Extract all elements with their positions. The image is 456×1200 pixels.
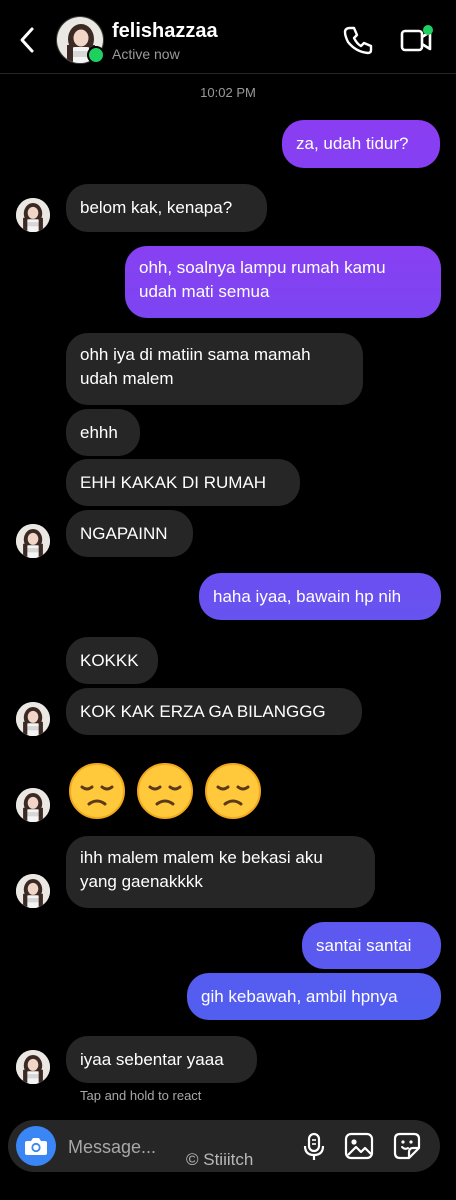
- back-arrow-icon[interactable]: [14, 24, 42, 56]
- message-text: NGAPAINN: [80, 523, 168, 543]
- message-bubble-outgoing[interactable]: ohh, soalnya lampu rumah kamu udah mati …: [125, 246, 441, 318]
- disappointed-face-icon: [68, 762, 126, 820]
- video-call-icon[interactable]: [398, 24, 436, 56]
- gallery-icon[interactable]: [344, 1131, 374, 1161]
- microphone-icon[interactable]: [300, 1132, 328, 1162]
- sender-avatar: [16, 788, 50, 822]
- message-text: ehhh: [80, 422, 118, 442]
- message-bubble-outgoing[interactable]: haha iyaa, bawain hp nih: [199, 573, 441, 620]
- message-bubble-incoming[interactable]: ohh iya di matiin sama mamah udah malem: [66, 333, 363, 405]
- react-hint: Tap and hold to react: [80, 1088, 202, 1103]
- sticker-icon[interactable]: [392, 1131, 422, 1161]
- thread-timestamp: 10:02 PM: [200, 85, 256, 100]
- watermark: © Stiiitch: [186, 1150, 254, 1169]
- sender-avatar: [16, 198, 50, 232]
- message-text: ihh malem malem ke bekasi aku yang gaena…: [80, 848, 323, 891]
- message-bubble-incoming[interactable]: ihh malem malem ke bekasi aku yang gaena…: [66, 836, 375, 908]
- disappointed-face-icon: [136, 762, 194, 820]
- message-text: KOKKK: [80, 650, 139, 670]
- message-bubble-incoming[interactable]: KOK KAK ERZA GA BILANGGG: [66, 688, 362, 735]
- message-text: santai santai: [316, 935, 412, 955]
- sender-avatar: [16, 702, 50, 736]
- message-text: belom kak, kenapa?: [80, 198, 233, 217]
- online-indicator: [87, 46, 105, 64]
- phone-icon[interactable]: [342, 24, 374, 56]
- message-bubble-outgoing[interactable]: santai santai: [302, 922, 441, 969]
- contact-username[interactable]: felishazzaa: [112, 20, 218, 43]
- message-bubble-incoming[interactable]: KOKKK: [66, 637, 158, 684]
- sender-avatar: [16, 874, 50, 908]
- message-bubble-outgoing[interactable]: gih kebawah, ambil hpnya: [187, 973, 441, 1020]
- message-text: haha iyaa, bawain hp nih: [213, 586, 402, 606]
- message-bubble-outgoing[interactable]: za, udah tidur?: [282, 120, 440, 168]
- message-text: ohh, soalnya lampu rumah kamu udah mati …: [139, 258, 386, 301]
- message-text: gih kebawah, ambil hpnya: [201, 986, 398, 1006]
- chat-header: felishazzaa Active now: [0, 0, 456, 74]
- active-status: Active now: [112, 46, 180, 62]
- message-text: iyaa sebentar yaaa: [80, 1049, 224, 1069]
- disappointed-face-icon: [204, 762, 262, 820]
- camera-icon: [25, 1138, 47, 1155]
- camera-button[interactable]: [16, 1126, 56, 1166]
- message-text: za, udah tidur?: [296, 134, 409, 153]
- message-bubble-incoming[interactable]: EHH KAKAK DI RUMAH: [66, 459, 300, 506]
- message-text: EHH KAKAK DI RUMAH: [80, 472, 267, 492]
- message-text: KOK KAK ERZA GA BILANGGG: [80, 701, 326, 721]
- message-bubble-incoming[interactable]: ehhh: [66, 409, 140, 456]
- sender-avatar: [16, 524, 50, 558]
- message-text: ohh iya di matiin sama mamah udah malem: [80, 345, 311, 388]
- message-bubble-incoming[interactable]: belom kak, kenapa?: [66, 184, 267, 232]
- message-bubble-incoming[interactable]: iyaa sebentar yaaa: [66, 1036, 257, 1083]
- message-bubble-incoming[interactable]: NGAPAINN: [66, 510, 193, 557]
- sender-avatar: [16, 1050, 50, 1084]
